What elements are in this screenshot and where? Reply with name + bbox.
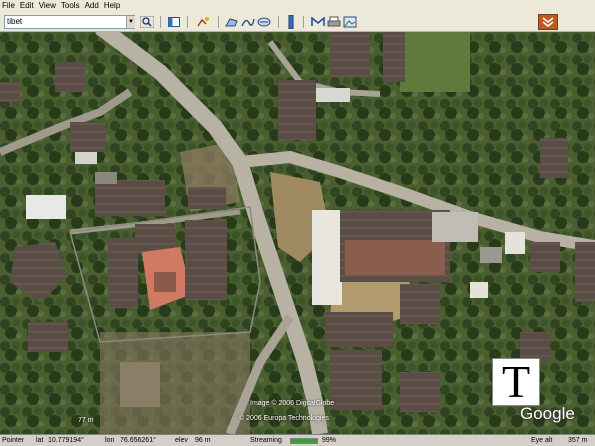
email-icon bbox=[311, 17, 325, 26]
scale-label: 77 m bbox=[78, 417, 94, 424]
elev-value: 96 m bbox=[195, 437, 211, 444]
ruler-icon bbox=[288, 15, 294, 29]
elev-label: elev bbox=[175, 437, 188, 444]
overlay-logo: T bbox=[492, 358, 540, 406]
data-copyright: © 2006 Europa Technologies bbox=[239, 415, 329, 422]
search-input[interactable]: tibet bbox=[4, 15, 135, 29]
polygon-button[interactable] bbox=[224, 15, 240, 29]
imagery-copyright: Image © 2006 DigitalGlobe bbox=[250, 400, 335, 407]
toolbar-separator bbox=[278, 16, 279, 28]
path-icon bbox=[241, 18, 255, 27]
placemark-icon bbox=[197, 17, 209, 27]
photo-button[interactable] bbox=[342, 15, 358, 29]
streaming-label: Streaming bbox=[250, 437, 282, 444]
google-logo: Google bbox=[520, 404, 575, 423]
streaming-percent: 99% bbox=[322, 437, 337, 444]
path-button[interactable] bbox=[240, 15, 256, 29]
toolbar: tibet ▼ bbox=[0, 12, 595, 32]
sidebar-button[interactable] bbox=[166, 15, 182, 29]
lat-label: lat bbox=[36, 437, 44, 444]
menu-bar: File Edit View Tools Add Help bbox=[0, 0, 595, 12]
streaming-progress-fill bbox=[291, 439, 317, 443]
eye-alt-label: Eye alt bbox=[531, 437, 553, 444]
eye-alt-value: 357 m bbox=[568, 437, 588, 444]
placemark-button[interactable] bbox=[195, 15, 211, 29]
print-icon bbox=[327, 16, 341, 27]
toolbar-separator bbox=[187, 16, 188, 28]
menu-help[interactable]: Help bbox=[104, 0, 120, 12]
photo-icon bbox=[343, 16, 357, 28]
overlay-button[interactable] bbox=[256, 15, 272, 29]
sidebar-icon bbox=[168, 17, 180, 27]
menu-view[interactable]: View bbox=[39, 0, 56, 12]
streaming-progress-bar bbox=[290, 438, 318, 444]
email-button[interactable] bbox=[310, 15, 326, 29]
overlay-icon bbox=[257, 17, 271, 27]
ruler-button[interactable] bbox=[283, 15, 299, 29]
menu-file[interactable]: File bbox=[2, 0, 15, 12]
pointer-label: Pointer bbox=[2, 437, 25, 444]
search-icon bbox=[140, 16, 154, 28]
menu-edit[interactable]: Edit bbox=[20, 0, 34, 12]
menu-add[interactable]: Add bbox=[85, 0, 99, 12]
search-button[interactable] bbox=[139, 15, 155, 29]
menu-tools[interactable]: Tools bbox=[61, 0, 80, 12]
status-bar: Pointer lat 10.779194° lon 76.656261° el… bbox=[0, 434, 595, 446]
lon-value: 76.656261° bbox=[120, 437, 156, 444]
dropdown-arrow-icon[interactable]: ▼ bbox=[126, 16, 135, 28]
print-button[interactable] bbox=[326, 15, 342, 29]
lon-label: lon bbox=[105, 437, 115, 444]
navigation-toggle-button[interactable] bbox=[538, 14, 558, 30]
navigation-icon bbox=[542, 17, 554, 27]
polygon-icon bbox=[225, 18, 238, 27]
toolbar-separator bbox=[160, 16, 161, 28]
toolbar-separator bbox=[303, 16, 304, 28]
toolbar-separator bbox=[218, 16, 219, 28]
lat-value: 10.779194° bbox=[48, 437, 84, 444]
